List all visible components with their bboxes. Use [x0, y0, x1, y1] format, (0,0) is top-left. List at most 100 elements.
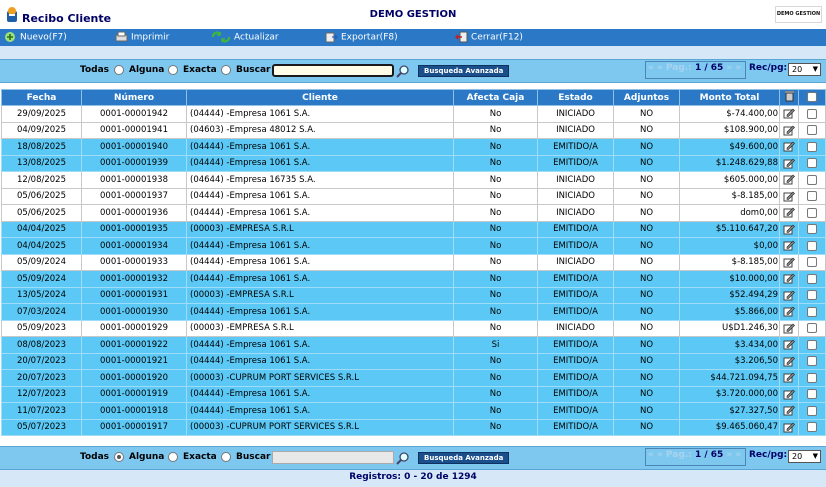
row-checkbox[interactable] [807, 174, 817, 185]
search-input[interactable] [272, 64, 394, 77]
nuevo-button[interactable]: Nuevo(F7) [4, 31, 67, 44]
row-select[interactable] [798, 171, 826, 189]
pager-next-bottom[interactable]: » » [726, 450, 741, 460]
col-adjuntos[interactable]: Adjuntos [613, 89, 680, 106]
row-select[interactable] [798, 105, 826, 123]
search-icon[interactable] [396, 64, 410, 78]
edit-button[interactable] [779, 105, 799, 123]
row-checkbox[interactable] [807, 405, 817, 416]
row-select[interactable] [798, 220, 826, 238]
cerrar-button[interactable]: Cerrar(F12) [455, 31, 523, 44]
edit-button[interactable] [779, 402, 799, 420]
row-checkbox[interactable] [807, 191, 817, 201]
edit-button[interactable] [779, 154, 799, 172]
row-checkbox[interactable] [807, 108, 817, 119]
row-select[interactable] [798, 253, 826, 271]
pager-next[interactable]: » » [726, 63, 741, 73]
actualizar-button[interactable]: Actualizar [211, 31, 279, 44]
table-row[interactable]: 20/07/2023 0001-00001921 (04444) -Empresa … [1, 352, 826, 370]
row-checkbox[interactable] [807, 356, 817, 366]
search-input-bottom[interactable] [272, 451, 394, 464]
exacta-radio[interactable] [221, 65, 231, 75]
col-afecta-caja[interactable]: Afecta Caja [453, 89, 538, 106]
table-row[interactable]: 04/04/2025 0001-00001934 (04444) -Empresa … [1, 237, 826, 255]
edit-button[interactable] [779, 253, 799, 271]
row-checkbox[interactable] [807, 273, 817, 284]
alguna-radio-bottom[interactable] [168, 452, 178, 462]
edit-button[interactable] [779, 138, 799, 156]
table-row[interactable]: 04/04/2025 0001-00001935 (00003) -EMPRESA … [1, 220, 826, 238]
col-select-all[interactable] [798, 89, 826, 106]
table-row[interactable]: 05/06/2025 0001-00001937 (04444) -Empresa … [1, 187, 826, 205]
pager-prev-bottom[interactable]: « « Pag.: [648, 450, 692, 460]
row-checkbox[interactable] [807, 323, 817, 333]
row-select[interactable] [798, 154, 826, 172]
edit-button[interactable] [779, 171, 799, 189]
row-select[interactable] [798, 187, 826, 205]
edit-button[interactable] [779, 220, 799, 238]
row-select[interactable] [798, 204, 826, 222]
table-row[interactable]: 12/07/2023 0001-00001919 (04444) -Empresa … [1, 385, 826, 403]
table-row[interactable]: 05/07/2023 0001-00001917 (00003) -CUPRUM P… [1, 418, 826, 436]
alguna-radio[interactable] [168, 65, 178, 75]
row-checkbox[interactable] [807, 306, 817, 317]
table-row[interactable]: 29/09/2025 0001-00001942 (04444) -Empresa … [1, 105, 826, 123]
col-numero[interactable]: Número [81, 89, 187, 106]
row-checkbox[interactable] [807, 290, 817, 300]
edit-button[interactable] [779, 303, 799, 321]
row-checkbox[interactable] [807, 422, 817, 432]
table-row[interactable]: 11/07/2023 0001-00001918 (04444) -Empresa … [1, 402, 826, 420]
row-checkbox[interactable] [807, 207, 817, 218]
row-select[interactable] [798, 418, 826, 436]
row-select[interactable] [798, 319, 826, 337]
edit-button[interactable] [779, 352, 799, 370]
todas-radio[interactable] [114, 65, 124, 75]
row-select[interactable] [798, 336, 826, 354]
imprimir-button[interactable]: Imprimir [115, 31, 169, 44]
table-row[interactable]: 05/09/2024 0001-00001932 (04444) -Empresa … [1, 270, 826, 288]
rec-per-page-select[interactable]: 20 [788, 63, 821, 76]
edit-button[interactable] [779, 319, 799, 337]
rec-per-page-select-bottom[interactable]: 20 [788, 450, 821, 463]
todas-radio-bottom[interactable] [114, 452, 124, 462]
search-icon[interactable] [396, 451, 410, 465]
row-select[interactable] [798, 369, 826, 387]
advanced-search-button[interactable]: Busqueda Avanzada [418, 65, 510, 77]
table-row[interactable]: 13/08/2025 0001-00001939 (04444) -Empresa … [1, 154, 826, 172]
edit-button[interactable] [779, 286, 799, 304]
row-checkbox[interactable] [807, 389, 817, 399]
edit-button[interactable] [779, 369, 799, 387]
row-checkbox[interactable] [807, 372, 817, 383]
table-row[interactable]: 05/09/2023 0001-00001929 (00003) -EMPRESA … [1, 319, 826, 337]
col-monto-total[interactable]: Monto Total [679, 89, 780, 106]
table-row[interactable]: 05/09/2024 0001-00001933 (04444) -Empresa … [1, 253, 826, 271]
col-fecha[interactable]: Fecha [1, 89, 82, 106]
row-select[interactable] [798, 402, 826, 420]
row-checkbox[interactable] [807, 257, 817, 267]
edit-button[interactable] [779, 418, 799, 436]
table-row[interactable]: 04/09/2025 0001-00001941 (04603) -Empresa … [1, 121, 826, 139]
row-select[interactable] [798, 138, 826, 156]
table-row[interactable]: 08/08/2023 0001-00001922 (04444) -Empresa … [1, 336, 826, 354]
row-select[interactable] [798, 352, 826, 370]
row-select[interactable] [798, 385, 826, 403]
edit-button[interactable] [779, 121, 799, 139]
col-delete[interactable] [779, 89, 799, 106]
row-checkbox[interactable] [807, 158, 817, 168]
row-select[interactable] [798, 303, 826, 321]
select-all-checkbox[interactable] [807, 92, 817, 103]
exportar-button[interactable]: Exportar(F8) [325, 31, 398, 44]
row-select[interactable] [798, 121, 826, 139]
edit-button[interactable] [779, 187, 799, 205]
row-select[interactable] [798, 270, 826, 288]
row-select[interactable] [798, 237, 826, 255]
row-checkbox[interactable] [807, 224, 817, 234]
table-row[interactable]: 13/05/2024 0001-00001931 (00003) -EMPRESA … [1, 286, 826, 304]
edit-button[interactable] [779, 385, 799, 403]
row-checkbox[interactable] [807, 125, 817, 135]
edit-button[interactable] [779, 237, 799, 255]
exacta-radio-bottom[interactable] [221, 452, 231, 462]
table-row[interactable]: 07/03/2024 0001-00001930 (04444) -Empresa … [1, 303, 826, 321]
row-checkbox[interactable] [807, 240, 817, 251]
row-select[interactable] [798, 286, 826, 304]
